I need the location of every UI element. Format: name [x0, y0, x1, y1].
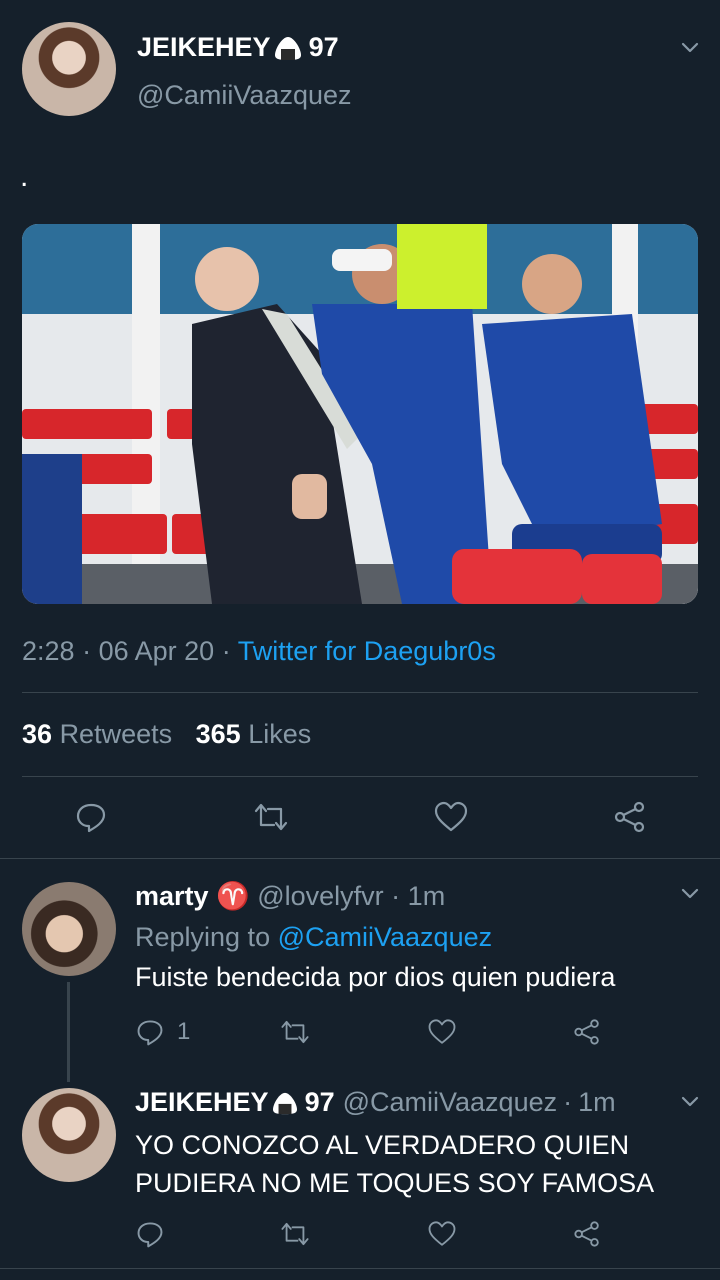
- likes-stat[interactable]: 365 Likes: [196, 719, 312, 749]
- display-name[interactable]: marty: [135, 881, 209, 911]
- aries-emoji: ♈: [216, 881, 250, 911]
- reply-time: 1m: [578, 1087, 616, 1117]
- reply-icon[interactable]: 1: [135, 1017, 190, 1047]
- chevron-down-icon[interactable]: [679, 1090, 701, 1112]
- reply-header: marty ♈ @lovelyfvr · 1m: [135, 880, 445, 912]
- tweet-stats[interactable]: 36 Retweets 365 Likes: [22, 719, 311, 750]
- share-icon[interactable]: [612, 800, 648, 834]
- tweet-date: 06 Apr 20: [98, 636, 215, 666]
- separator: ·: [563, 1087, 573, 1117]
- share-icon[interactable]: [572, 1219, 602, 1249]
- avatar[interactable]: [22, 882, 116, 976]
- author-name[interactable]: JEIKEHEY 97: [137, 32, 339, 63]
- reply-header: JEIKEHEY 97 @CamiiVaazquez · 1m: [135, 1087, 616, 1118]
- reply-time: 1m: [407, 881, 446, 911]
- name-suffix: 97: [308, 32, 339, 62]
- reply-text: Fuiste bendecida por dios quien pudiera: [135, 962, 616, 992]
- divider: [22, 692, 698, 693]
- retweets-stat[interactable]: 36 Retweets: [22, 719, 180, 749]
- retweet-icon[interactable]: [279, 1017, 311, 1047]
- replying-to: Replying to @CamiiVaazquez: [135, 922, 492, 953]
- tweet-photo[interactable]: [22, 224, 698, 604]
- name-suffix: 97: [304, 1087, 335, 1117]
- reply-text: YO CONOZCO AL VERDADERO QUIEN PUDIERA NO…: [135, 1126, 654, 1202]
- tweet-time: 2:28: [22, 636, 75, 666]
- reply-text-line: YO CONOZCO AL VERDADERO QUIEN: [135, 1130, 630, 1160]
- avatar[interactable]: [22, 1088, 116, 1182]
- separator: ·: [221, 636, 231, 666]
- reply-icon[interactable]: [135, 1219, 165, 1249]
- avatar[interactable]: [22, 22, 116, 116]
- retweet-icon[interactable]: [279, 1219, 311, 1249]
- author-handle[interactable]: @CamiiVaazquez: [137, 80, 352, 111]
- reply-text-line: PUDIERA NO ME TOQUES SOY FAMOSA: [135, 1168, 655, 1198]
- author-handle[interactable]: @CamiiVaazquez: [343, 1087, 558, 1118]
- display-name[interactable]: JEIKEHEY: [135, 1087, 269, 1118]
- tweet-meta: 2:28 · 06 Apr 20 · Twitter for Daegubr0s: [22, 636, 496, 667]
- tweet-source-link[interactable]: Twitter for Daegubr0s: [238, 636, 496, 666]
- divider: [22, 776, 698, 777]
- thread-line: [67, 982, 70, 1082]
- replying-to-link[interactable]: @CamiiVaazquez: [278, 922, 493, 952]
- retweets-count: 36: [22, 719, 53, 749]
- separator: ·: [391, 881, 401, 911]
- chevron-down-icon[interactable]: [679, 882, 701, 904]
- retweet-icon[interactable]: [252, 800, 290, 834]
- divider: [0, 1268, 720, 1269]
- retweets-label: Retweets: [59, 719, 173, 749]
- rice-ball-emoji: [273, 35, 303, 61]
- author-handle[interactable]: @lovelyfvr: [257, 881, 383, 911]
- replying-prefix: Replying to: [135, 922, 271, 952]
- tweet-text: .: [20, 160, 29, 193]
- separator: ·: [82, 636, 92, 666]
- rice-ball-emoji: [271, 1091, 299, 1115]
- reply-icon[interactable]: [74, 800, 108, 834]
- share-icon[interactable]: [572, 1017, 602, 1047]
- heart-icon[interactable]: [427, 1017, 457, 1047]
- heart-icon[interactable]: [427, 1219, 457, 1249]
- likes-count: 365: [195, 719, 241, 749]
- display-name: JEIKEHEY: [137, 32, 271, 62]
- likes-label: Likes: [248, 719, 312, 749]
- heart-icon[interactable]: [433, 800, 469, 834]
- chevron-down-icon[interactable]: [679, 36, 701, 58]
- divider: [0, 858, 720, 859]
- reply-count: 1: [177, 1018, 191, 1045]
